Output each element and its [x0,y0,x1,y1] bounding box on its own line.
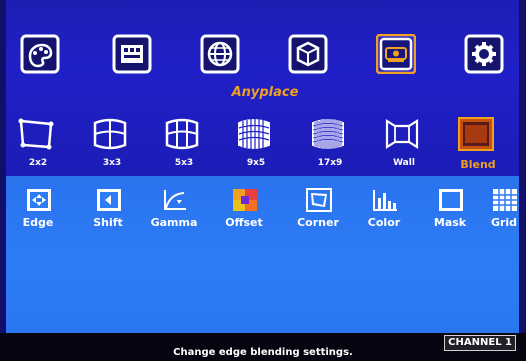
submenu-offset[interactable]: Offset [216,188,272,236]
submenu-label: Color [367,216,401,229]
right-frame [519,0,526,361]
layout-blend[interactable]: Blend [450,112,506,174]
layout-label: 2x2 [28,158,48,168]
submenu-corner[interactable]: Corner [290,188,346,236]
submenu-shift[interactable]: Shift [80,188,136,236]
projector-icon[interactable] [376,34,416,74]
submenu-grid[interactable]: Grid [476,188,526,236]
bar-graph-icon [373,190,397,211]
warp-5x3-icon [165,118,199,150]
submenu-label: Edge [22,216,54,229]
edge-icon [27,189,51,211]
submenu-color[interactable]: Color [356,188,412,236]
wall-icon [385,119,419,149]
submenu-label: Corner [297,216,339,229]
layout-17x9[interactable]: 17x9 [302,112,358,174]
layout-9x5[interactable]: 9x5 [228,112,284,174]
layout-3x3[interactable]: 3x3 [84,112,140,174]
3d-cube-icon[interactable] [288,34,328,74]
warp-2x2-icon [18,118,54,150]
blend-submenu: Edge Shift Gamma Offset Corner Color Mas… [6,188,519,238]
top-menu [14,34,514,82]
submenu-label: Offset [225,216,263,229]
submenu-mask[interactable]: Mask [422,188,478,236]
layout-label: 9x5 [246,158,266,168]
submenu-label: Shift [93,216,123,229]
gear-icon[interactable] [464,34,504,74]
layout-label: Blend [460,158,496,171]
layout-5x3[interactable]: 5x3 [156,112,212,174]
warp-17x9-icon [312,119,344,149]
warp-9x5-icon [238,119,270,149]
selected-menu-label: Anyplace [231,85,299,100]
submenu-label: Gamma [150,216,198,229]
globe-icon[interactable] [200,34,240,74]
gamma-curve-icon [164,190,186,210]
submenu-label: Grid [490,216,518,229]
layout-label: Wall [393,158,415,168]
input-panel-icon[interactable] [112,34,152,74]
corner-icon [306,188,332,212]
layout-row: 2x2 3x3 5x3 9x5 17x9 Wall Blend [6,112,519,176]
blend-icon [458,117,494,151]
grid-icon [493,189,517,211]
warp-3x3-icon [93,118,127,150]
mask-icon [439,189,463,211]
shift-icon [97,189,121,211]
submenu-edge[interactable]: Edge [10,188,66,236]
status-hint: Change edge blending settings. [173,347,353,358]
layout-label: 3x3 [102,158,122,168]
palette-icon[interactable] [20,34,60,74]
submenu-gamma[interactable]: Gamma [146,188,202,236]
offset-icon [233,189,257,211]
layout-2x2[interactable]: 2x2 [10,112,66,174]
layout-wall[interactable]: Wall [376,112,432,174]
osd-menu: Anyplace 2x2 3x3 5x3 9x5 17x9 Wall Blend… [0,0,526,361]
layout-label: 5x3 [174,158,194,168]
layout-label: 17x9 [317,158,343,168]
